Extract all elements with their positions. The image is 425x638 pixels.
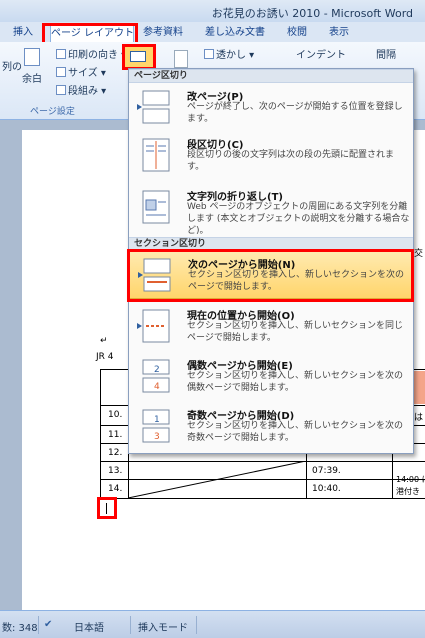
- table-cell-row-5: 14.: [108, 484, 123, 494]
- menu-item-desc: セクション区切りを挿入し、新しいセクションを次の偶数ページで開始します。: [187, 371, 404, 393]
- paragraph-mark: ↵: [100, 336, 108, 346]
- menu-item-desc: セクション区切りを挿入し、新しいセクションを次の奇数ページで開始します。: [187, 421, 404, 443]
- menu-item-column-break[interactable]: 段区切り(C) 段区切りの後の文字列は次の段の先頭に配置されます。: [129, 132, 413, 182]
- status-separator: [130, 616, 131, 634]
- tab-review[interactable]: 校閲: [282, 25, 312, 42]
- tab-mailings[interactable]: 差し込み文書: [198, 25, 272, 42]
- indent-label: インデント: [296, 50, 346, 61]
- page-break-icon: [137, 90, 170, 124]
- doc-text-right-1: 交: [414, 249, 424, 259]
- svg-text:3: 3: [154, 432, 160, 442]
- menu-item-desc: セクション区切りを挿入し、新しいセクションを次のページで開始します。: [188, 270, 405, 292]
- menu-item-desc: セクション区切りを挿入し、新しいセクションを同じページで開始します。: [187, 321, 404, 343]
- line-numbers-icon[interactable]: [174, 50, 188, 68]
- doc-text-right-2: は: [414, 413, 424, 423]
- menu-item-desc: Web ページのオブジェクトの周囲にある文字列を分離します (本文とオブジェクト…: [187, 202, 410, 236]
- tab-view[interactable]: 表示: [324, 25, 354, 42]
- spacing-label: 間隔: [376, 50, 396, 61]
- menu-item-even-page[interactable]: 2 4 偶数ページから開始(E) セクション区切りを挿入し、新しいセクションを次…: [129, 353, 413, 401]
- text-wrapping-icon: [142, 190, 170, 224]
- even-page-icon: 2 4: [142, 359, 170, 393]
- language-indicator[interactable]: 日本語: [74, 619, 104, 634]
- table-diagonal-line: [128, 461, 306, 499]
- breaks-icon: [130, 51, 146, 62]
- table-cell-row-3: 12.: [108, 448, 123, 458]
- menu-item-page-break[interactable]: 改ページ(P) ページが終了し、次のページが開始する位置を登録します。: [129, 84, 413, 128]
- next-page-icon: [138, 258, 171, 292]
- proofing-icon[interactable]: ✔: [44, 619, 52, 630]
- svg-text:1: 1: [154, 415, 160, 425]
- table-cell-note-1: 14:00 に: [396, 475, 425, 484]
- menu-item-desc: 段区切りの後の文字列は次の段の先頭に配置されます。: [187, 150, 395, 172]
- menu-item-next-page[interactable]: 次のページから開始(N) セクション区切りを挿入し、新しいセクションを次のページ…: [129, 251, 413, 299]
- column-break-icon: [142, 138, 170, 172]
- doc-text-jr: JR 4: [96, 352, 114, 362]
- continuous-icon: [137, 309, 170, 343]
- status-separator: [196, 616, 197, 634]
- table-cell-note-2: 港付き: [396, 487, 420, 496]
- menu-item-continuous[interactable]: 現在の位置から開始(O) セクション区切りを挿入し、新しいセクションを同じページ…: [129, 303, 413, 351]
- status-bar: 数: 348 ✔ 日本語 挿入モード: [0, 610, 425, 638]
- size-button[interactable]: サイズ ▾: [56, 64, 106, 79]
- page-breaks-header: ページ区切り: [129, 69, 413, 83]
- tab-page-layout[interactable]: ページ レイアウト: [50, 25, 134, 42]
- table-cell-time-2: 10:40.: [312, 484, 341, 494]
- svg-text:4: 4: [154, 382, 160, 392]
- breaks-menu: ページ区切り 改ページ(P) ページが終了し、次のページが開始する位置を登録しま…: [127, 68, 414, 454]
- margins-icon: [24, 48, 40, 66]
- word-count[interactable]: 数: 348: [2, 619, 38, 634]
- size-icon: [56, 67, 66, 77]
- status-separator: [38, 616, 39, 634]
- orientation-icon: [56, 49, 66, 59]
- menu-item-odd-page[interactable]: 1 3 奇数ページから開始(D) セクション区切りを挿入し、新しいセクションを次…: [129, 403, 413, 451]
- columns-icon: [56, 85, 66, 95]
- tab-insert[interactable]: 挿入: [6, 25, 40, 42]
- window-title: お花見のお誘い 2010 - Microsoft Word: [211, 7, 413, 20]
- table-cell-row-1: 10.: [108, 410, 123, 420]
- ribbon-tabs: 挿入 ページ レイアウト 参考資料 差し込み文書 校閲 表示: [0, 22, 425, 42]
- margins-cut-label: 列の: [2, 62, 22, 73]
- text-cursor: [106, 503, 107, 514]
- orientation-button[interactable]: 印刷の向き ▾: [56, 46, 126, 61]
- watermark-icon: [204, 49, 214, 59]
- svg-text:2: 2: [154, 365, 160, 375]
- breaks-button[interactable]: [124, 46, 154, 68]
- tab-references[interactable]: 参考資料: [138, 25, 188, 42]
- insert-mode-indicator[interactable]: 挿入モード: [138, 619, 188, 634]
- margins-button[interactable]: 余白: [22, 70, 42, 85]
- odd-page-icon: 1 3: [142, 409, 170, 443]
- title-bar: お花見のお誘い 2010 - Microsoft Word: [0, 0, 425, 22]
- table-cell-row-2: 11.: [108, 430, 123, 440]
- section-breaks-header: セクション区切り: [129, 237, 413, 251]
- table-cell-time-1: 07:39.: [312, 466, 341, 476]
- menu-item-text-wrapping[interactable]: 文字列の折り返し(T) Web ページのオブジェクトの周囲にある文字列を分離しま…: [129, 184, 413, 236]
- table-cell-row-4: 13.: [108, 466, 123, 476]
- columns-button[interactable]: 段組み ▾: [56, 82, 106, 97]
- page-setup-group-label: ページ設定: [30, 107, 75, 117]
- watermark-button[interactable]: 透かし ▾: [204, 46, 254, 61]
- menu-item-desc: ページが終了し、次のページが開始する位置を登録します。: [187, 102, 403, 124]
